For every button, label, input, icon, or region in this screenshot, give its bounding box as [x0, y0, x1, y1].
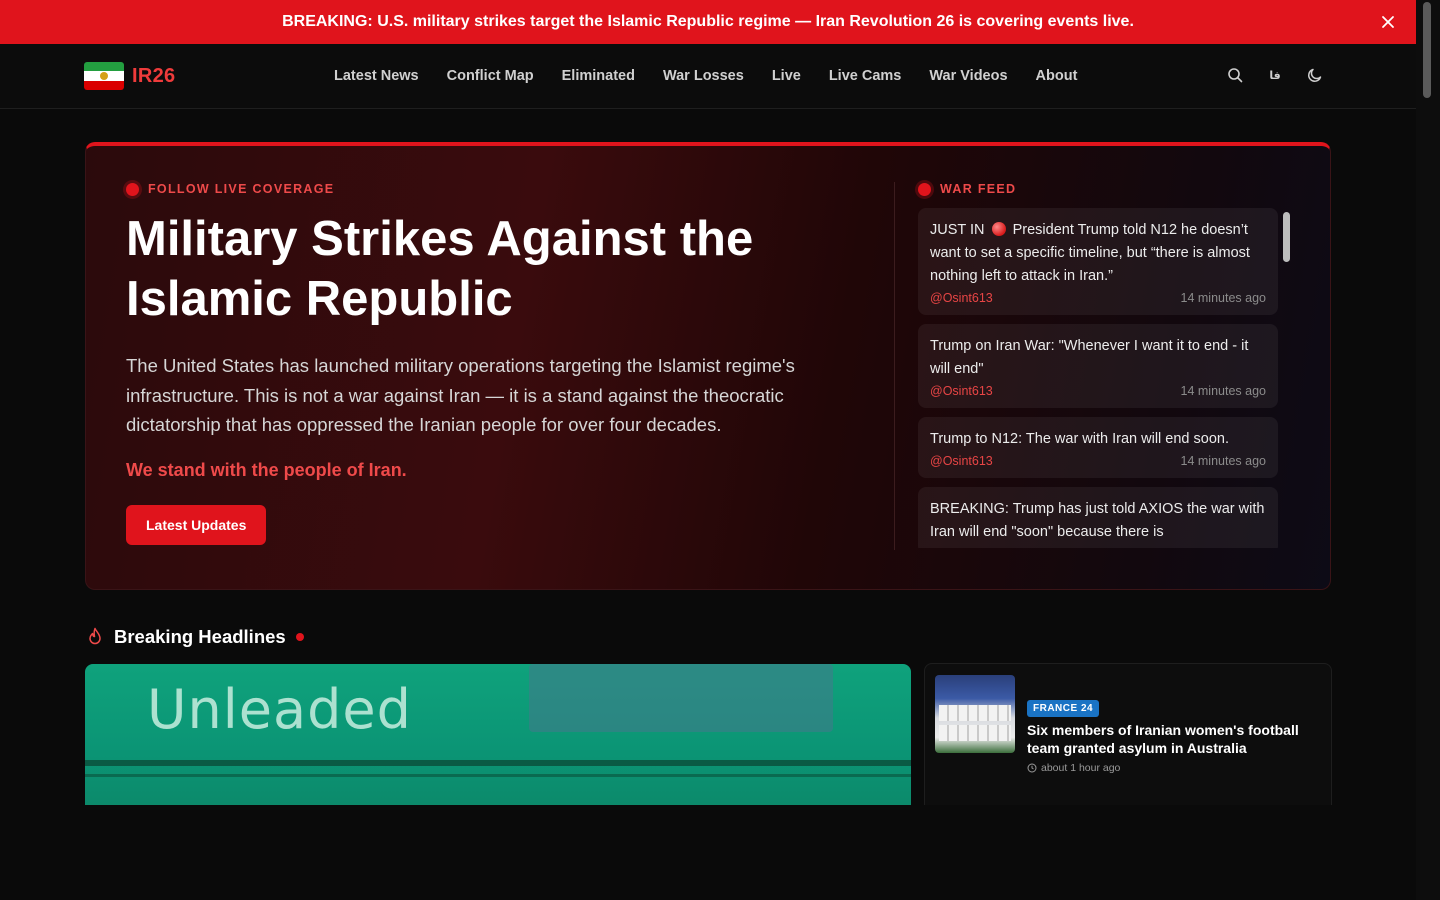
nav-link-about[interactable]: About — [1036, 68, 1078, 84]
scrollbar-thumb[interactable] — [1423, 2, 1431, 98]
nav-link-conflict-map[interactable]: Conflict Map — [447, 68, 534, 84]
war-feed-title: WAR FEED — [940, 182, 1017, 196]
nav-link-live[interactable]: Live — [772, 68, 801, 84]
live-dot-icon — [126, 182, 139, 196]
feed-item-text: JUST IN President Trump told N12 he does… — [930, 219, 1266, 288]
site-logo[interactable]: IR26 — [84, 62, 175, 90]
feed-item-source[interactable]: @Osint613 — [930, 454, 993, 468]
feed-item-prefix: JUST IN — [930, 222, 985, 238]
headline-thumbnail — [935, 675, 1015, 753]
iran-flag-icon — [84, 62, 124, 90]
feed-item-meta: @Osint613 14 minutes ago — [930, 454, 1266, 468]
feed-scrollbar-thumb[interactable] — [1283, 212, 1290, 262]
featured-headline-card[interactable]: Unleaded — [85, 664, 911, 805]
feed-item-text: Trump to N12: The war with Iran will end… — [930, 431, 1229, 447]
hero-description: The United States has launched military … — [126, 355, 795, 435]
nav-link-war-losses[interactable]: War Losses — [663, 68, 744, 84]
feed-item-meta: @Osint613 14 minutes ago — [930, 384, 1266, 398]
eyebrow-text: FOLLOW LIVE COVERAGE — [148, 182, 335, 196]
nav-links: Latest News Conflict Map Eliminated War … — [334, 44, 1077, 108]
nav-icons: فا — [1226, 66, 1324, 84]
live-dot-icon — [918, 182, 931, 196]
live-coverage-label: FOLLOW LIVE COVERAGE — [126, 182, 846, 196]
war-feed-label: WAR FEED — [918, 182, 1284, 196]
close-icon[interactable] — [1378, 12, 1398, 32]
feed-item-text: BREAKING: Trump has just told AXIOS the … — [930, 501, 1265, 540]
featured-image-text: Unleaded — [147, 678, 412, 741]
headline-card[interactable]: FRANCE 24 Six members of Iranian women's… — [924, 663, 1332, 805]
live-indicator-dot — [295, 633, 304, 641]
headline-title[interactable]: Six members of Iranian women's football … — [1027, 722, 1317, 757]
team-row — [939, 725, 1011, 741]
source-badge: FRANCE 24 — [1027, 700, 1100, 717]
feed-list[interactable]: JUST IN President Trump told N12 he does… — [918, 208, 1280, 548]
latest-updates-button[interactable]: Latest Updates — [126, 504, 267, 545]
feed-item[interactable]: Trump to N12: The war with Iran will end… — [918, 417, 1278, 478]
image-stripe — [85, 774, 911, 777]
headline-time-text: about 1 hour ago — [1041, 762, 1121, 774]
breaking-headlines-title: Breaking Headlines — [114, 626, 286, 647]
nav-link-eliminated[interactable]: Eliminated — [562, 68, 635, 84]
logo-text: IR26 — [132, 64, 176, 87]
page-scrollbar[interactable] — [1416, 0, 1440, 900]
hero-divider — [894, 182, 895, 550]
nav-link-live-cams[interactable]: Live Cams — [829, 68, 902, 84]
hero-content: FOLLOW LIVE COVERAGE Military Strikes Ag… — [126, 182, 846, 545]
red-circle-icon — [991, 222, 1006, 236]
moon-icon[interactable] — [1306, 66, 1324, 84]
hero-title-line-2: Islamic Republic — [126, 272, 513, 326]
team-row — [939, 705, 1011, 721]
flame-icon — [89, 627, 101, 645]
feed-item-text: Trump on Iran War: "Whenever I want it t… — [930, 338, 1249, 377]
feed-item-time: 14 minutes ago — [1180, 291, 1266, 305]
language-toggle[interactable]: فا — [1266, 66, 1284, 84]
feed-item-source[interactable]: @Osint613 — [930, 291, 993, 305]
search-icon[interactable] — [1226, 66, 1244, 84]
nav-link-latest-news[interactable]: Latest News — [334, 68, 419, 84]
feed-item-time: 14 minutes ago — [1180, 454, 1266, 468]
breaking-headlines-heading: Breaking Headlines — [86, 626, 304, 648]
feed-item[interactable]: BREAKING: Trump has just told AXIOS the … — [918, 487, 1278, 548]
breaking-banner: BREAKING: U.S. military strikes target t… — [0, 0, 1416, 44]
feed-item-meta: @Osint613 14 minutes ago — [930, 291, 1266, 305]
war-feed: WAR FEED JUST IN President Trump told N1… — [918, 182, 1284, 548]
feed-item[interactable]: Trump on Iran War: "Whenever I want it t… — [918, 324, 1278, 408]
top-navbar: IR26 Latest News Conflict Map Eliminated… — [0, 44, 1416, 109]
image-stripe — [85, 760, 911, 766]
banner-text: BREAKING: U.S. military strikes target t… — [282, 13, 1134, 30]
feed-item[interactable]: JUST IN President Trump told N12 he does… — [918, 208, 1278, 315]
nav-link-war-videos[interactable]: War Videos — [929, 68, 1007, 84]
fuel-price-display — [529, 664, 833, 732]
hero-title: Military Strikes Against the Islamic Rep… — [126, 209, 846, 329]
headline-time: about 1 hour ago — [1027, 762, 1120, 774]
clock-icon — [1027, 763, 1037, 773]
feed-item-source[interactable]: @Osint613 — [930, 384, 993, 398]
hero-tagline: We stand with the people of Iran. — [126, 459, 407, 480]
feed-item-time: 14 minutes ago — [1180, 384, 1266, 398]
hero-title-line-1: Military Strikes Against the — [126, 212, 754, 266]
hero-card: FOLLOW LIVE COVERAGE Military Strikes Ag… — [85, 142, 1331, 590]
